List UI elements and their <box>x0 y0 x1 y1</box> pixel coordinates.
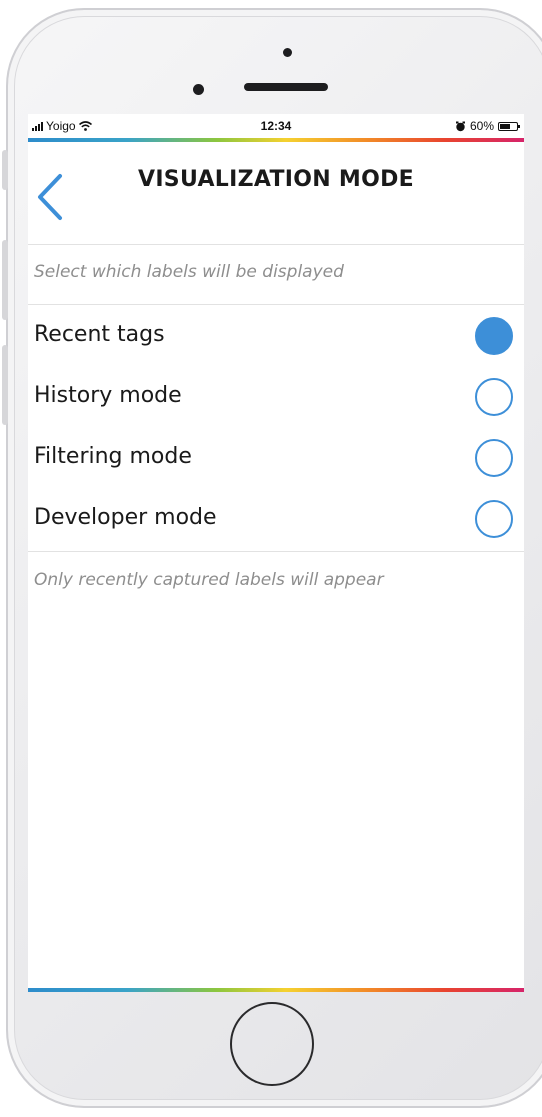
option-recent-tags[interactable]: Recent tags <box>28 310 524 370</box>
radio-unselected[interactable] <box>475 500 513 538</box>
option-label: Recent tags <box>34 322 165 347</box>
radio-unselected[interactable] <box>475 439 513 477</box>
proximity-sensor <box>283 48 292 57</box>
front-camera <box>193 84 204 95</box>
bottom-rainbow-bar <box>28 988 524 992</box>
status-right: 60% <box>455 119 520 133</box>
mute-switch <box>2 150 8 190</box>
status-bar: Yoigo 12:34 60% <box>28 114 524 138</box>
instructions-text: Select which labels will be displayed <box>34 262 344 282</box>
radio-selected[interactable] <box>475 317 513 355</box>
status-time: 12:34 <box>260 119 292 133</box>
volume-up-button <box>2 240 8 320</box>
option-label: History mode <box>34 383 182 408</box>
radio-unselected[interactable] <box>475 378 513 416</box>
option-developer-mode[interactable]: Developer mode <box>28 493 524 553</box>
volume-down-button <box>2 345 8 425</box>
battery-fill <box>500 123 510 129</box>
divider <box>28 551 524 552</box>
top-rainbow-bar <box>28 138 524 142</box>
mode-description: Only recently captured labels will appea… <box>34 570 384 590</box>
option-label: Developer mode <box>34 505 217 530</box>
chevron-left-icon <box>38 174 62 220</box>
battery-percent: 60% <box>469 119 494 133</box>
alarm-icon <box>455 121 465 131</box>
app-screen: Yoigo 12:34 60% VISUALIZATION MODE Selec… <box>28 114 524 992</box>
page-title: VISUALIZATION MODE <box>138 167 414 192</box>
option-filtering-mode[interactable]: Filtering mode <box>28 432 524 492</box>
earpiece-speaker <box>244 83 328 91</box>
option-label: Filtering mode <box>34 444 192 469</box>
header: VISUALIZATION MODE <box>28 144 524 245</box>
divider <box>28 304 524 305</box>
home-button[interactable] <box>230 1002 314 1086</box>
option-history-mode[interactable]: History mode <box>28 371 524 431</box>
back-button[interactable] <box>34 172 68 222</box>
battery-icon <box>498 121 520 131</box>
